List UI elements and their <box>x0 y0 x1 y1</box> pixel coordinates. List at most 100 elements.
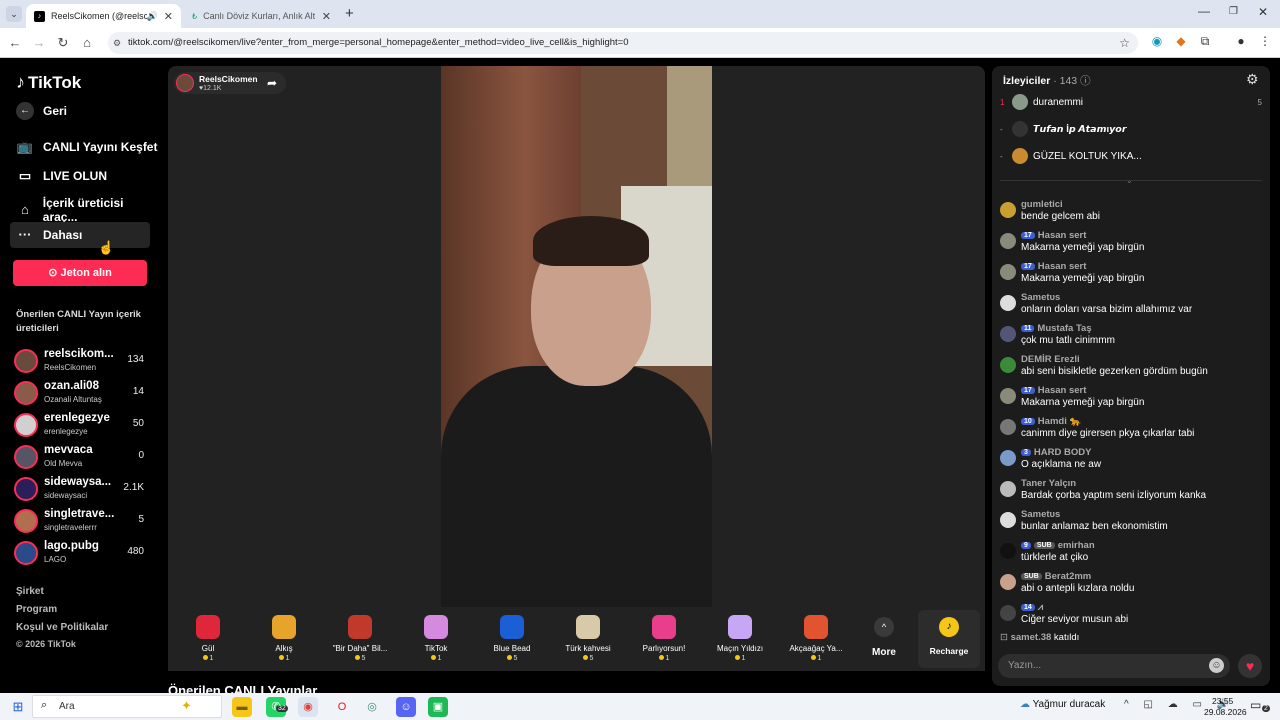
app-icon[interactable]: ◎ <box>362 697 382 717</box>
footer-terms-link[interactable]: Koşul ve Politikalar <box>16 622 108 633</box>
back-nav[interactable]: ← Geri <box>16 102 67 120</box>
chat-username-row[interactable]: 9 SUB emirhan <box>1021 540 1095 551</box>
tab-doviz[interactable]: ₺ Canlı Döviz Kurları, Anlık Altın F ✕ <box>184 4 339 28</box>
chevron-up-icon: ^ <box>874 617 894 637</box>
app-green-icon[interactable]: ▣ <box>428 697 448 717</box>
reload-icon[interactable]: ↻ <box>54 34 72 52</box>
close-tab-icon[interactable]: ✕ <box>164 10 173 23</box>
tiktok-logo[interactable]: ♪ TikTok <box>16 72 81 93</box>
video-shelf <box>667 66 712 186</box>
suggested-creator[interactable]: ozan.ali08 Ozanali Altuntaş 14 <box>14 379 150 407</box>
viewers-header[interactable]: İzleyiciler · 143 ⓘ <box>1003 73 1091 88</box>
chat-avatar <box>1000 326 1016 342</box>
weather-widget[interactable]: ☁ Yağmur duracak <box>1020 699 1105 710</box>
top-viewer[interactable]: 1 duranemmi 5 <box>1000 91 1262 113</box>
home-icon[interactable]: ⌂ <box>78 34 96 52</box>
suggested-creator[interactable]: singletrave... singletravelerrr 5 <box>14 507 150 535</box>
gift-item[interactable]: Türk kahvesi 5 <box>553 615 623 662</box>
gift-name: Türk kahvesi <box>565 644 611 653</box>
nav-more-content[interactable]: ··· Dahası <box>16 226 83 244</box>
clock-date[interactable]: 29.08.2026 <box>1204 707 1247 717</box>
chat-text: Ciğer seviyor musun abi <box>1021 614 1129 625</box>
emoji-icon[interactable]: ☺ <box>1209 658 1224 673</box>
clock-time[interactable]: 23:55 <box>1212 696 1233 706</box>
suggested-creator[interactable]: mevvaca Old Mevva 0 <box>14 443 150 471</box>
extensions-icon[interactable]: ⧉ <box>1194 34 1216 49</box>
close-tab-icon[interactable]: ✕ <box>322 10 331 23</box>
file-explorer-icon[interactable]: ▬ <box>232 697 252 717</box>
chat-username-row[interactable]: Sametᴜs <box>1021 292 1060 303</box>
chat-username-row[interactable]: gumletici <box>1021 199 1063 210</box>
viewer-avatar <box>1012 148 1028 164</box>
chat-avatar <box>1000 202 1016 218</box>
discord-icon[interactable]: ☺ <box>396 697 416 717</box>
url-field[interactable]: ⚙ tiktok.com/@reelscikomen/live?enter_fr… <box>108 32 1138 54</box>
site-info-icon[interactable]: ⚙ <box>113 32 121 54</box>
tab-tiktok[interactable]: ♪ ReelsCikomen (@reelscikomen) 🔊 ✕ <box>26 4 181 28</box>
chat-input[interactable]: Yazın... ☺ <box>998 654 1230 678</box>
chat-username: ⩘ <box>1037 602 1044 613</box>
gift-item[interactable]: Gül 1 <box>173 615 243 662</box>
expand-chevron-icon[interactable]: ⌄ <box>1126 176 1133 185</box>
chat-username-row[interactable]: 14 ⩘ <box>1021 602 1043 613</box>
menu-icon[interactable]: ⋮ <box>1254 34 1276 48</box>
footer-company-link[interactable]: Şirket <box>16 586 44 597</box>
nav-go-live[interactable]: ▭ LIVE OLUN <box>16 167 107 185</box>
taskbar-search[interactable]: ⌕ Ara ✦ <box>32 695 222 718</box>
chat-username-row[interactable]: 17 Hasan sert <box>1021 385 1086 396</box>
new-tab-button[interactable]: + <box>345 5 354 22</box>
extension-1-icon[interactable]: ◉ <box>1146 34 1168 48</box>
chat-text: O açıklama ne aw <box>1021 459 1102 470</box>
nav-explore-live[interactable]: 📺 CANLI Yayını Keşfet <box>16 138 158 156</box>
chat-username-row[interactable]: 3 HARD BODY <box>1021 447 1091 458</box>
forward-icon[interactable]: → <box>30 34 48 52</box>
join-icon: ⊡ <box>1000 632 1011 643</box>
gift-item[interactable]: Alkış 1 <box>249 615 319 662</box>
chat-username-row[interactable]: SUB Berat2mm <box>1021 571 1091 582</box>
like-heart-button[interactable]: ♥ <box>1238 654 1262 678</box>
gift-item[interactable]: Maçın Yıldızı 1 <box>705 615 775 662</box>
rank: - <box>1000 124 1003 134</box>
gift-item[interactable]: TikTok 1 <box>401 615 471 662</box>
avatar <box>14 349 38 373</box>
more-gifts-button[interactable]: ^ More <box>864 615 904 665</box>
gift-item[interactable]: Blue Bead 5 <box>477 615 547 662</box>
chrome-icon[interactable]: ◉ <box>298 697 318 717</box>
gift-item[interactable]: Parlıyorsun! 1 <box>629 615 699 662</box>
back-icon[interactable]: ← <box>6 34 24 52</box>
recharge-button[interactable]: ♪ Recharge <box>918 610 980 668</box>
gift-item[interactable]: "Bir Daha" Bil... 5 <box>325 615 395 662</box>
suggested-creator[interactable]: reelscikom... ReelsCikomen 134 <box>14 347 150 375</box>
metamask-icon[interactable]: ◆ <box>1170 34 1192 48</box>
top-viewer[interactable]: - GÜZEL KOLTUK YIKA... <box>1000 145 1262 167</box>
nav-creator-tools[interactable]: ⌂ İçerik üreticisi araç... <box>16 196 160 224</box>
close-window-icon[interactable]: ✕ <box>1258 5 1268 19</box>
footer-program-link[interactable]: Program <box>16 604 57 615</box>
notification-icon[interactable]: ▭ <box>1250 698 1261 712</box>
chat-username-row[interactable]: Taner Yalçın <box>1021 478 1076 489</box>
chat-username-row[interactable]: 17 Hasan sert <box>1021 261 1086 272</box>
get-coins-button[interactable]: ⊙ Jeton alın <box>13 260 147 286</box>
chat-username-row[interactable]: Sametᴜs <box>1021 509 1060 520</box>
info-icon[interactable]: ⓘ <box>1080 75 1091 87</box>
bookmark-star-icon[interactable]: ☆ <box>1119 32 1130 54</box>
restore-icon[interactable]: ❐ <box>1229 6 1238 17</box>
chat-username-row[interactable]: 10 Hamdi 🐆 <box>1021 416 1081 427</box>
share-icon[interactable]: ➦ <box>267 76 277 90</box>
chat-username-row[interactable]: 17 Hasan sert <box>1021 230 1086 241</box>
tab-list-icon[interactable]: ⌄ <box>6 6 22 22</box>
gift-item[interactable]: Akçaağaç Ya... 1 <box>781 615 851 662</box>
opera-icon[interactable]: O <box>332 697 352 717</box>
settings-icon[interactable]: ⚙ <box>1246 71 1259 88</box>
chat-username-row[interactable]: DEMİR Erezli <box>1021 354 1080 365</box>
chat-username-row[interactable]: 11 Mustafa Taş <box>1021 323 1092 334</box>
windows-start-icon[interactable]: ⊞ <box>8 697 28 717</box>
chat-avatar <box>1000 481 1016 497</box>
suggested-creator[interactable]: erenlegezye erenlegezye 50 <box>14 411 150 439</box>
suggested-creator[interactable]: lago.pubg LAGO 480 <box>14 539 150 567</box>
minimize-icon[interactable]: — <box>1198 4 1210 18</box>
viewer-name: GÜZEL KOLTUK YIKA... <box>1033 150 1142 162</box>
top-viewer[interactable]: - 𝙏𝙪𝙛𝙖𝙣 İ𝙥 𝘼𝙩𝙖𝙢ı𝙮𝙤𝙧 <box>1000 118 1262 140</box>
profile-avatar[interactable]: ● <box>1230 34 1252 48</box>
suggested-creator[interactable]: sidewaysa... sidewaysaci 2.1K <box>14 475 150 503</box>
